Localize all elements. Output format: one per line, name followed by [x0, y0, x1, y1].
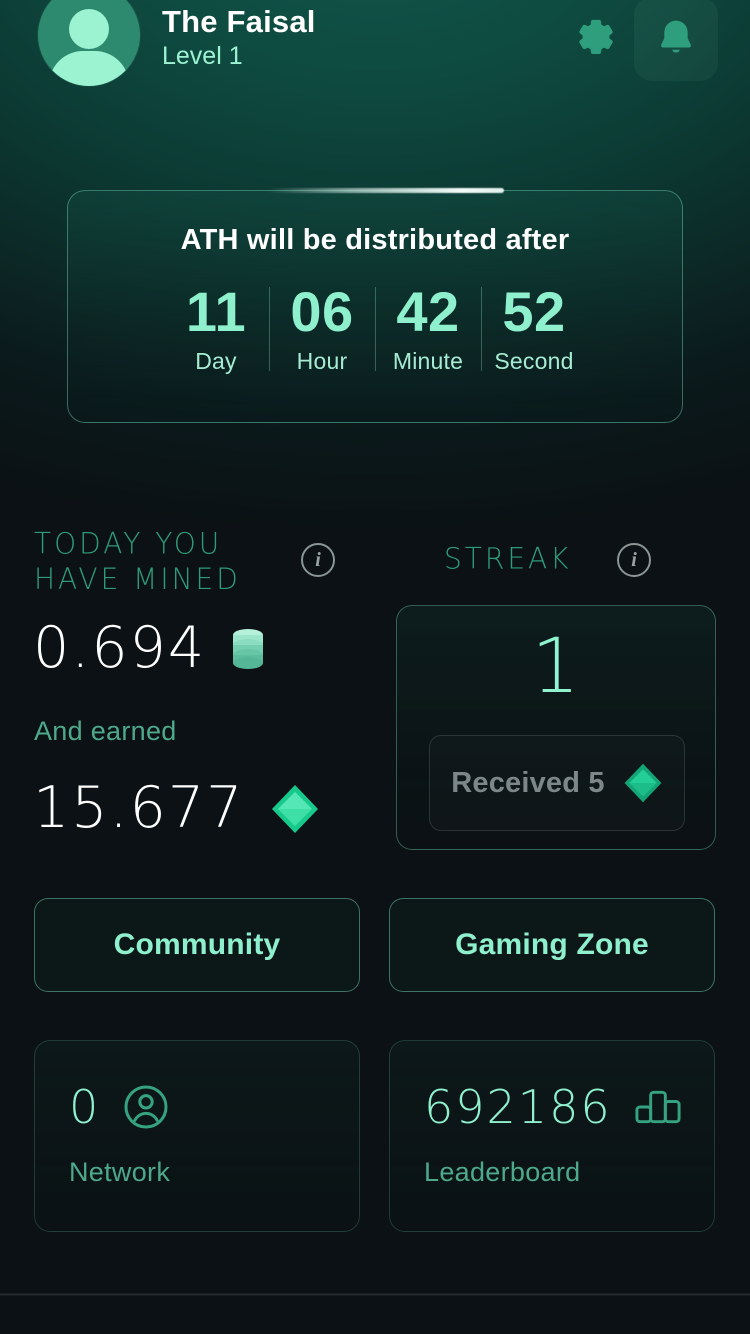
countdown-label: Second [494, 348, 574, 375]
streak-value: 1 [531, 621, 581, 710]
card-glare-highlight [268, 188, 504, 193]
avatar[interactable] [38, 0, 140, 86]
gem-icon [623, 762, 663, 804]
network-card[interactable]: 0 Network [34, 1040, 360, 1232]
countdown-unit-minute: 42 Minute [375, 283, 481, 375]
community-button-label: Community [113, 928, 281, 961]
network-value: 0 [69, 1080, 101, 1134]
streak-heading: STREAK [444, 541, 572, 576]
streak-card: 1 Received 5 [396, 605, 716, 850]
user-identity: The Faisal Level 1 [162, 5, 316, 70]
community-button[interactable]: Community [34, 898, 360, 992]
streak-reward-label: Received 5 [451, 766, 605, 799]
gem-icon [270, 783, 320, 835]
header-actions [568, 0, 726, 81]
countdown-units: 11 Day 06 Hour 42 Minute 52 Second [68, 283, 682, 375]
network-label: Network [69, 1157, 171, 1187]
app-screen: The Faisal Level 1 ATH will be distribut… [0, 0, 750, 1334]
countdown-label: Hour [296, 348, 348, 375]
countdown-value: 06 [290, 280, 354, 343]
countdown-value: 52 [502, 280, 566, 343]
leaderboard-value: 692186 [424, 1080, 612, 1134]
earned-amount-row: 15.677 [33, 780, 320, 837]
app-header: The Faisal Level 1 [0, 0, 750, 92]
countdown-label: Minute [392, 348, 464, 375]
earned-amount: 15.677 [33, 775, 245, 841]
username: The Faisal [162, 4, 316, 40]
coin-stack-icon [228, 627, 268, 671]
countdown-card: ATH will be distributed after 11 Day 06 … [67, 188, 683, 423]
mined-heading-line2: HAVE MINED [34, 562, 241, 597]
avatar-body-shape [49, 51, 129, 86]
info-icon[interactable]: i [617, 543, 651, 577]
countdown-value: 42 [396, 280, 460, 343]
earned-label: And earned [34, 716, 177, 746]
streak-reward-button[interactable]: Received 5 [429, 735, 685, 831]
settings-button[interactable] [568, 11, 624, 67]
user-circle-icon [122, 1083, 170, 1131]
podium-chart-icon [634, 1085, 682, 1129]
gear-icon [573, 16, 619, 62]
countdown-title: ATH will be distributed after [180, 224, 570, 256]
user-level: Level 1 [162, 42, 243, 71]
countdown-unit-second: 52 Second [481, 283, 587, 375]
avatar-head-shape [69, 9, 109, 49]
mined-amount: 0.694 [33, 615, 207, 681]
notifications-button[interactable] [634, 0, 718, 81]
mined-heading: TODAY YOU HAVE MINED [34, 527, 324, 598]
leaderboard-value-row: 692186 [424, 1079, 682, 1135]
countdown-value: 11 [185, 280, 247, 343]
countdown-label: Day [195, 348, 237, 375]
info-icon[interactable]: i [301, 543, 335, 577]
gaming-zone-button[interactable]: Gaming Zone [389, 898, 715, 992]
gaming-zone-button-label: Gaming Zone [455, 928, 649, 961]
leaderboard-label: Leaderboard [424, 1157, 581, 1187]
mined-heading-line1: TODAY YOU [34, 526, 223, 561]
network-value-row: 0 [69, 1079, 325, 1135]
mined-amount-row: 0.694 [33, 620, 268, 677]
countdown-unit-hour: 06 Hour [269, 283, 375, 375]
leaderboard-card[interactable]: 692186 Leaderboard [389, 1040, 715, 1232]
countdown-unit-day: 11 Day [163, 283, 269, 375]
bell-icon [653, 16, 699, 62]
